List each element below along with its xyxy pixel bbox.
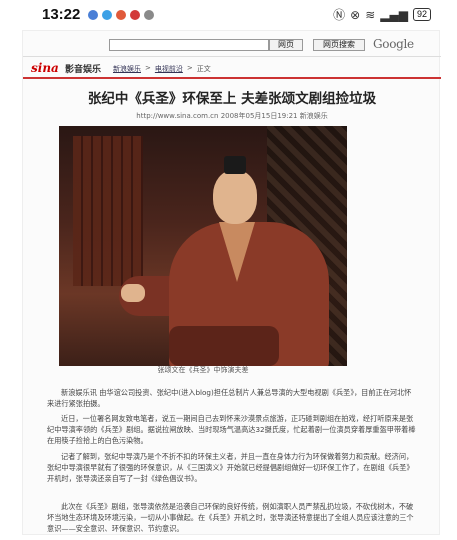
notification-app-icon xyxy=(88,10,98,20)
breadcrumb: 新浪娱乐 > 电视前沿 > 正文 xyxy=(113,64,211,74)
notification-app-icon xyxy=(116,10,126,20)
battery-icon: 92 xyxy=(412,8,431,21)
article-meta: http://www.sina.com.cn 2008年05月15日19:21 … xyxy=(136,112,328,120)
nfc-icon: Ⓝ xyxy=(333,7,346,22)
article-paragraph: 近日，一位署名网友致电笔者，说五一期间自己去到怀来沙漠景点旅游，正巧碰到剧组在拍… xyxy=(47,414,416,445)
notification-icons xyxy=(88,10,154,20)
photographed-webpage: 网页 网页搜索 Google sina 影音娱乐 新浪娱乐 > 电视前沿 > 正… xyxy=(22,30,441,535)
breadcrumb-link[interactable]: 电视前沿 xyxy=(155,64,183,74)
search-input[interactable] xyxy=(109,39,269,51)
browser-search-bar: 网页 网页搜索 Google xyxy=(23,31,441,57)
signal-icon: ▂▄▆ xyxy=(380,7,408,22)
clock: 13:22 xyxy=(42,6,81,23)
breadcrumb-separator: > xyxy=(145,64,151,72)
web-button[interactable]: 网页 xyxy=(269,39,303,51)
mute-icon: ⊗ xyxy=(350,7,361,22)
web-search-button[interactable]: 网页搜索 xyxy=(313,39,365,51)
photo-background-door xyxy=(73,136,143,286)
photo-figure-hand xyxy=(121,284,145,302)
sina-logo: sina xyxy=(31,61,59,75)
notification-app-icon xyxy=(144,10,154,20)
article-photo xyxy=(59,126,347,366)
breadcrumb-link[interactable]: 新浪娱乐 xyxy=(113,64,141,74)
channel-title: 影音娱乐 xyxy=(65,65,102,75)
article-headline: 张纪中《兵圣》环保至上 夫差张颂文剧组捡垃圾 xyxy=(87,91,377,107)
photo-figure-legs xyxy=(169,326,279,366)
wifi-icon: ≋ xyxy=(365,7,376,22)
phone-status-bar: 13:22 Ⓝ ⊗ ≋ ▂▄▆ 92 xyxy=(0,0,457,28)
site-header: sina 影音娱乐 新浪娱乐 > 电视前沿 > 正文 xyxy=(23,57,441,79)
photo-figure-head xyxy=(213,170,257,224)
article-paragraph: 记者了解到，张纪中导演乃是个不折不扣的环保主义者，并且一直在身体力行为环保做着努… xyxy=(47,452,414,483)
google-logo: Google xyxy=(373,37,414,51)
article-paragraph: 此次在《兵圣》剧组，张导演依然是沿袭自己环保的良好传统，例如演职人员严禁乱扔垃圾… xyxy=(47,502,414,533)
breadcrumb-current: 正文 xyxy=(196,65,211,73)
notification-app-icon xyxy=(102,10,112,20)
photo-caption: 张颂文在《兵圣》中饰演夫差 xyxy=(157,366,249,374)
breadcrumb-separator: > xyxy=(186,64,193,72)
notification-app-icon xyxy=(130,10,140,20)
article-paragraph: 新浪娱乐讯 由华谊公司投资、张纪中(进入blog)担任总制片人兼总导演的大型电视… xyxy=(47,388,412,408)
system-icons: Ⓝ ⊗ ≋ ▂▄▆ 92 xyxy=(333,8,431,21)
photo-figure-crown xyxy=(224,156,246,174)
